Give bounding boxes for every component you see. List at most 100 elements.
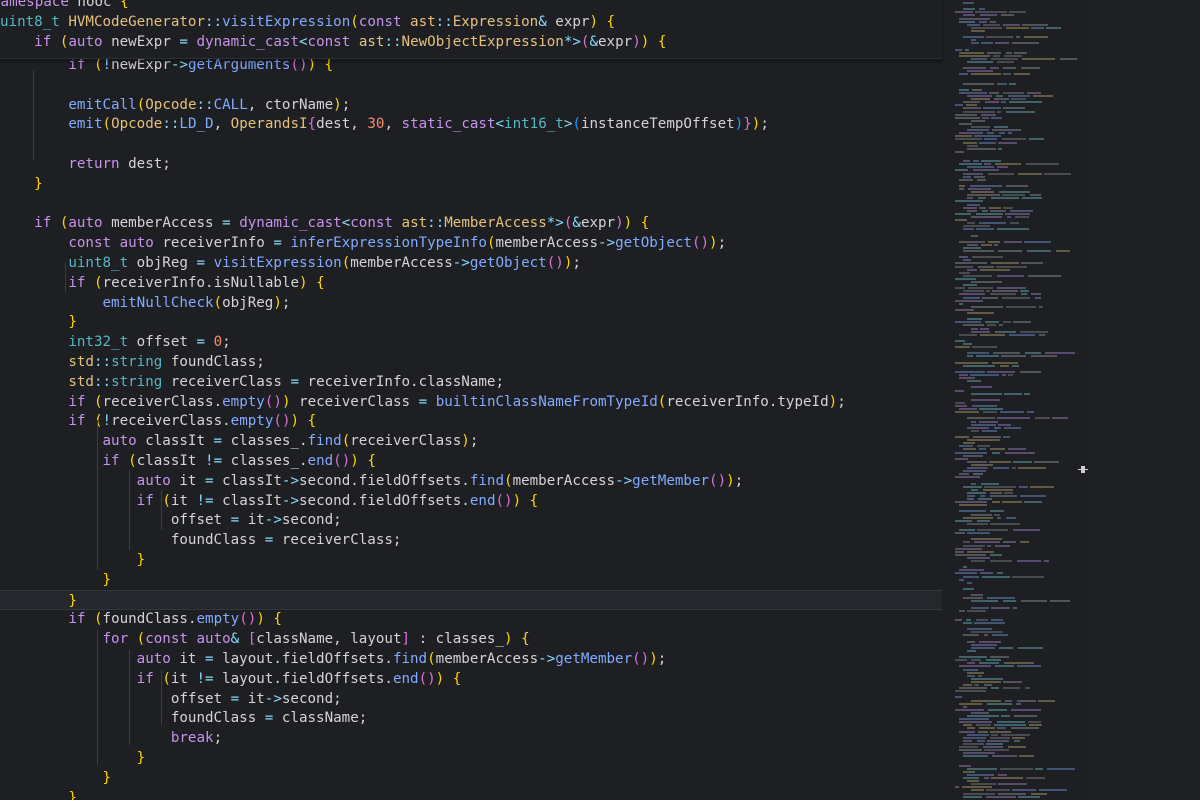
minimap-code-line — [955, 135, 972, 138]
code-line[interactable]: foundClass = receiverClass; — [0, 530, 942, 550]
code-editor[interactable]: if (!newExpr->getArguments()) { emitCall… — [0, 0, 1200, 800]
code-line[interactable]: uint8_t objReg = visitExpression(memberA… — [0, 253, 942, 273]
minimap-code-line — [987, 324, 996, 327]
minimap-code-line — [979, 206, 986, 209]
minimap-code-line — [1035, 767, 1043, 770]
minimap-code-line — [1011, 708, 1041, 711]
minimap-code-line — [971, 327, 978, 330]
minimap-code-line — [983, 488, 1013, 491]
minimap-code-line — [963, 274, 992, 277]
minimap-code-line — [967, 355, 973, 358]
indent-guide — [161, 670, 162, 725]
minimap-code-line — [959, 88, 969, 91]
minimap-code-line — [971, 600, 998, 603]
minimap-code-line — [967, 609, 986, 612]
minimap-code-line — [959, 17, 990, 20]
minimap-code-line — [1003, 436, 1010, 438]
minimap-code-line — [986, 789, 1010, 792]
code-line[interactable]: } — [0, 788, 942, 800]
minimap[interactable] — [955, 0, 1087, 800]
minimap-code-line — [971, 119, 985, 122]
code-line[interactable]: if (it != layout.fieldOffsets.end()) { — [0, 669, 942, 689]
code-area[interactable]: if (!newExpr->getArguments()) { emitCall… — [0, 0, 942, 800]
code-line[interactable]: break; — [0, 728, 942, 748]
minimap-code-line — [1013, 606, 1017, 609]
minimap-code-line — [993, 352, 1020, 355]
code-line[interactable]: } — [0, 570, 942, 590]
sticky-scroll-header[interactable]: namespace hooc {uint8_t HVMCodeGenerator… — [0, 0, 942, 59]
minimap-code-line — [1003, 687, 1020, 690]
code-line[interactable]: int32_t offset = 0; — [0, 332, 942, 352]
code-line[interactable]: if (!receiverClass.empty()) { — [0, 411, 942, 431]
minimap-code-line — [989, 91, 999, 94]
code-line[interactable]: if (receiverClass.empty()) receiverClass… — [0, 392, 942, 412]
code-line[interactable]: offset = it->second; — [0, 510, 942, 530]
minimap-code-line — [1003, 680, 1022, 683]
minimap-code-line — [963, 343, 972, 345]
code-line[interactable] — [0, 75, 942, 95]
minimap-code-line — [971, 234, 978, 237]
code-line[interactable]: if (auto memberAccess = dynamic_cast<con… — [0, 213, 942, 233]
minimap-code-line — [1014, 739, 1020, 742]
minimap-code-line — [971, 26, 1002, 29]
code-line[interactable]: std::string receiverClass = receiverInfo… — [0, 372, 942, 392]
minimap-code-line — [1031, 293, 1041, 296]
minimap-code-line — [994, 98, 1009, 101]
minimap-code-line — [955, 618, 962, 621]
code-line[interactable]: return dest; — [0, 154, 942, 174]
minimap-code-line — [979, 20, 987, 23]
code-line[interactable]: for (const auto& [className, layout] : c… — [0, 629, 942, 649]
minimap-code-line — [967, 767, 997, 770]
minimap-code-line — [1014, 73, 1030, 76]
code-line[interactable]: foundClass = className; — [0, 708, 942, 728]
sticky-line[interactable]: namespace hooc { — [0, 0, 934, 12]
minimap-code-line — [1003, 107, 1025, 110]
minimap-code-line — [979, 222, 1006, 225]
code-line[interactable]: if (foundClass.empty()) { — [0, 609, 942, 629]
minimap-code-line — [984, 163, 991, 166]
minimap-code-line — [959, 293, 985, 296]
minimap-code-line — [1018, 795, 1040, 798]
minimap-code-line — [963, 770, 975, 773]
code-line[interactable]: auto classIt = classes_.find(receiverCla… — [0, 431, 942, 451]
sticky-line[interactable]: if (auto newExpr = dynamic_cast<const as… — [0, 32, 942, 52]
minimap-scroll-track[interactable] — [1088, 0, 1200, 800]
minimap-code-line — [1031, 355, 1057, 358]
minimap-code-line — [986, 742, 1003, 745]
minimap-code-line — [967, 498, 974, 500]
minimap-code-line — [979, 8, 985, 11]
minimap-code-line — [955, 150, 964, 153]
code-line[interactable]: std::string foundClass; — [0, 352, 942, 372]
minimap-code-line — [963, 246, 981, 249]
code-line[interactable]: emit(Opcode::LD_D, OperandsI{dest, 30, s… — [0, 114, 942, 134]
code-line[interactable]: } — [0, 174, 942, 194]
minimap-code-line — [973, 473, 983, 476]
minimap-code-line — [1003, 206, 1013, 209]
code-line[interactable]: if (receiverInfo.isNullable) { — [0, 273, 942, 293]
code-line[interactable] — [0, 134, 942, 154]
code-line[interactable]: offset = it->second; — [0, 689, 942, 709]
code-line[interactable]: if (it != classIt->second.fieldOffsets.e… — [0, 491, 942, 511]
minimap-code-line — [995, 330, 1016, 333]
minimap-code-line — [997, 274, 1024, 277]
minimap-code-line — [976, 618, 988, 621]
sticky-line[interactable]: uint8_t HVMCodeGenerator::visitExpressio… — [0, 12, 942, 32]
minimap-code-line — [971, 538, 1002, 541]
code-line[interactable]: } — [0, 550, 942, 570]
code-line[interactable]: const auto receiverInfo = inferExpressio… — [0, 233, 942, 253]
code-line[interactable]: emitCall(Opcode::CALL, ctorName); — [0, 95, 942, 115]
minimap-code-line — [967, 640, 975, 643]
code-line[interactable] — [0, 194, 942, 214]
code-line[interactable]: auto it = layout.fieldOffsets.find(membe… — [0, 649, 942, 669]
minimap-code-line — [990, 730, 1011, 733]
minimap-code-line — [963, 724, 972, 727]
minimap-code-line — [988, 240, 1000, 243]
minimap-code-line — [994, 243, 998, 246]
code-line[interactable]: auto it = classIt->second.fieldOffsets.f… — [0, 471, 942, 491]
code-line[interactable]: } — [0, 589, 942, 610]
code-line[interactable]: if (classIt != classes_.end()) { — [0, 451, 942, 471]
code-line[interactable]: } — [0, 768, 942, 788]
code-line[interactable]: } — [0, 312, 942, 332]
code-line[interactable]: emitNullCheck(objReg); — [0, 293, 942, 313]
code-line[interactable]: } — [0, 748, 942, 768]
